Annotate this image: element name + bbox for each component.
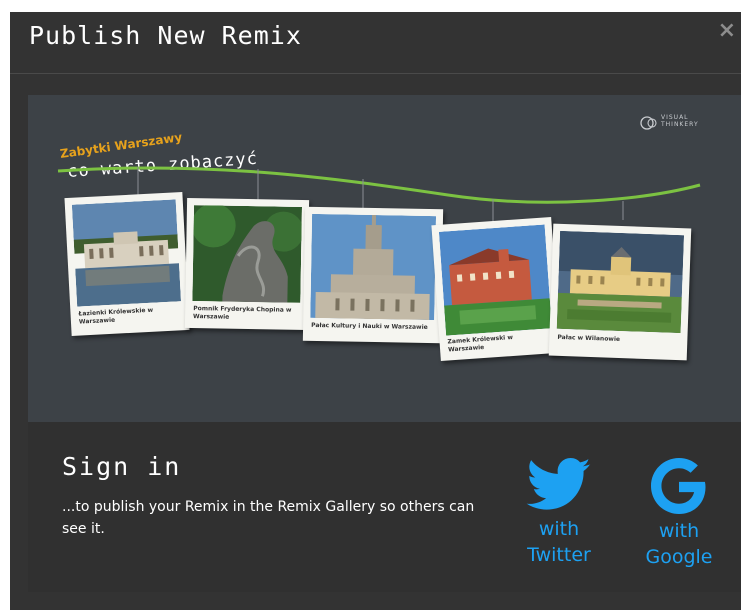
sign-in-title: Sign in (62, 452, 182, 481)
twitter-with-label: with (538, 518, 580, 540)
twitter-bird-icon (526, 458, 591, 510)
photo-card: Pomnik Fryderyka Chopina w Warszawie (184, 197, 310, 331)
photo-card: Łazienki Królewskie w Warszawie (64, 192, 190, 336)
palace-on-water-image (71, 199, 182, 307)
dialog-title: Publish New Remix (29, 21, 302, 50)
royal-castle-image (438, 224, 552, 336)
google-label: Google (645, 546, 713, 568)
sign-in-twitter-button[interactable]: with Twitter (506, 458, 612, 568)
photo-caption: Pomnik Fryderyka Chopina w Warszawie (193, 305, 292, 321)
chopin-monument-image (192, 205, 303, 303)
close-icon[interactable]: × (718, 18, 736, 43)
remix-preview-image: VISUAL THINKERY Zabytki Warszawy co wart… (28, 95, 741, 422)
wilanow-palace-image (556, 230, 685, 334)
photo-caption: Łazienki Królewskie w Warszawie (78, 306, 154, 326)
sign-in-panel: Sign in ...to publish your Remix in the … (28, 422, 741, 592)
dialog-header: Publish New Remix × (10, 12, 741, 74)
photo-card: Zamek Królewski w Warszawie (431, 216, 561, 362)
publish-dialog: Publish New Remix × VISUAL THINKERY Zaby… (10, 12, 741, 610)
photo-caption: Zamek Królewski w Warszawie (447, 333, 514, 354)
photo-caption: Pałac Kultury i Nauki w Warszawie (311, 321, 428, 331)
photo-caption: Pałac w Wilanowie (557, 333, 621, 344)
sign-in-description: ...to publish your Remix in the Remix Ga… (62, 499, 475, 537)
sign-in-google-button[interactable]: with Google (624, 458, 734, 570)
photo-card: Pałac Kultury i Nauki w Warszawie (302, 206, 444, 344)
twitter-label: Twitter (527, 544, 591, 566)
google-with-label: with (658, 520, 700, 542)
palace-of-culture-image (310, 213, 437, 321)
google-g-icon (651, 458, 706, 514)
photo-card: Pałac w Wilanowie (548, 223, 692, 361)
